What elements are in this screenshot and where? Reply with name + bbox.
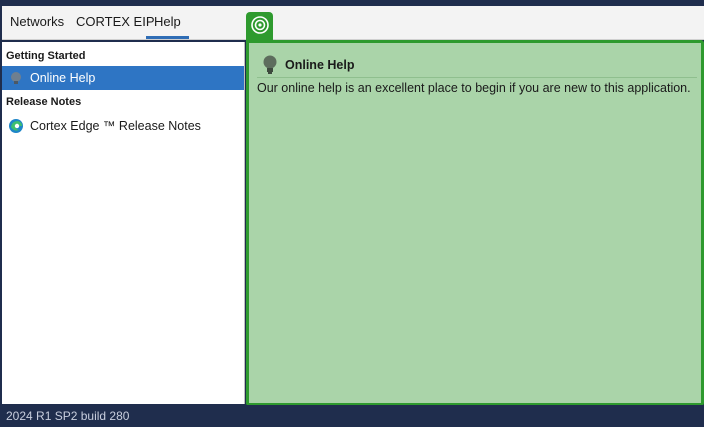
detail-header: Online Help: [257, 53, 697, 78]
menu-tabbar: Networks CORTEX EIP Help: [2, 6, 704, 40]
online-help-tab[interactable]: [246, 12, 273, 41]
section-header-release-notes: Release Notes: [6, 96, 82, 108]
target-icon: [250, 15, 270, 38]
list-item-release-notes[interactable]: Cortex Edge ™ Release Notes: [2, 114, 244, 138]
section-header-getting-started: Getting Started: [6, 50, 86, 62]
help-detail-panel: Online Help Our online help is an excell…: [246, 40, 704, 406]
list-item-label: Cortex Edge ™ Release Notes: [30, 119, 201, 133]
detail-title: Online Help: [285, 58, 355, 72]
help-topics-list: Getting Started Online Help Release Note…: [2, 42, 245, 404]
list-item-label: Online Help: [30, 71, 96, 85]
status-bar: 2024 R1 SP2 build 280: [0, 405, 704, 427]
browser-icon: [8, 118, 24, 134]
lightbulb-icon: [8, 70, 24, 86]
tab-help[interactable]: Help: [146, 6, 189, 39]
list-item-online-help[interactable]: Online Help: [2, 66, 244, 90]
tab-networks[interactable]: Networks: [2, 6, 72, 40]
lightbulb-icon: [261, 54, 279, 76]
detail-description: Our online help is an excellent place to…: [257, 81, 691, 95]
